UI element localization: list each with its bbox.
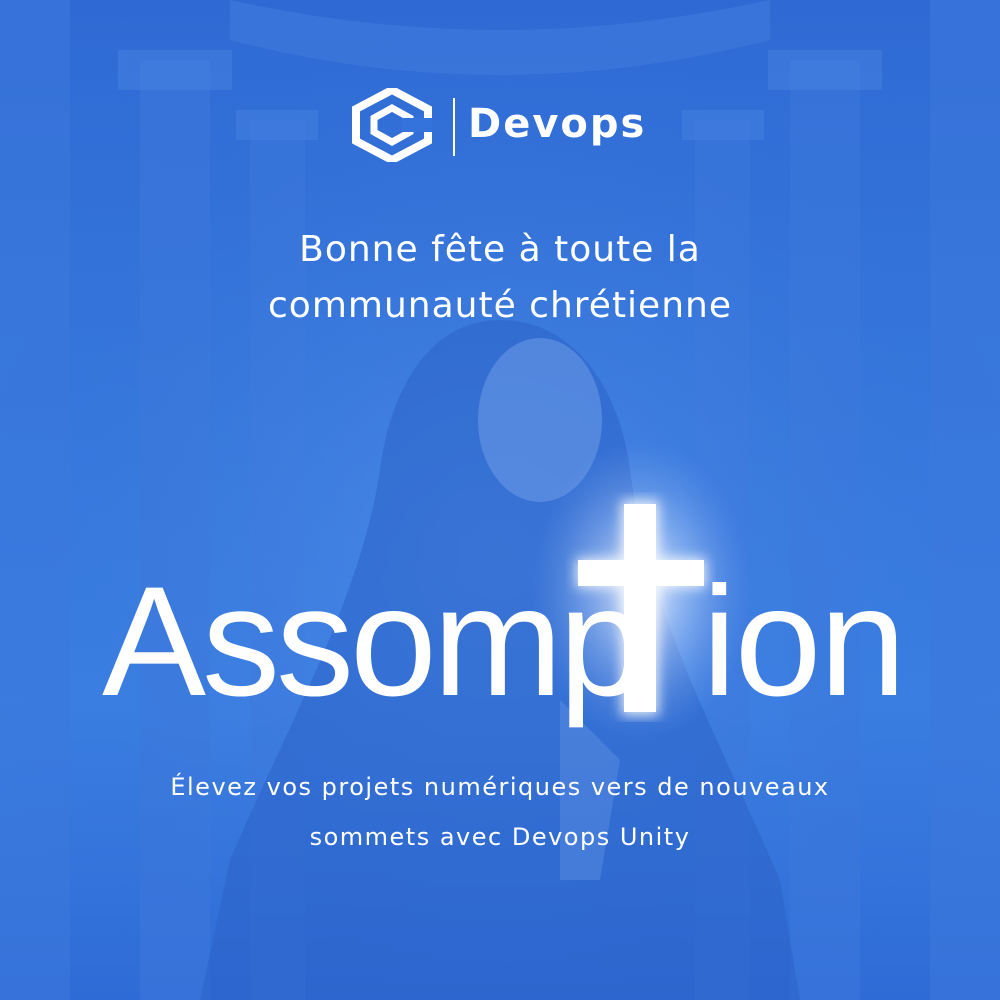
tagline: Élevez vos projets numériques vers de no… (60, 762, 940, 862)
greeting-text: Bonne fête à toute la communauté chrétie… (100, 222, 900, 334)
main-title: Assomp ion (80, 500, 920, 732)
brand-logo: Devops (352, 86, 652, 166)
greeting-line-1: Bonne fête à toute la (299, 229, 701, 270)
title-prefix: Assomp (102, 555, 646, 729)
poster: Devops Bonne fête à toute la communauté … (0, 0, 1000, 1000)
hexagon-logo-icon (352, 88, 432, 162)
tagline-line-2: sommets avec Devops Unity (309, 823, 691, 851)
logo-divider (453, 98, 455, 156)
glowing-cross-icon (576, 500, 706, 716)
greeting-line-2: communauté chrétienne (268, 285, 732, 326)
brand-name: Devops (468, 101, 647, 147)
title-suffix: ion (702, 555, 906, 729)
tagline-line-1: Élevez vos projets numériques vers de no… (170, 773, 830, 801)
